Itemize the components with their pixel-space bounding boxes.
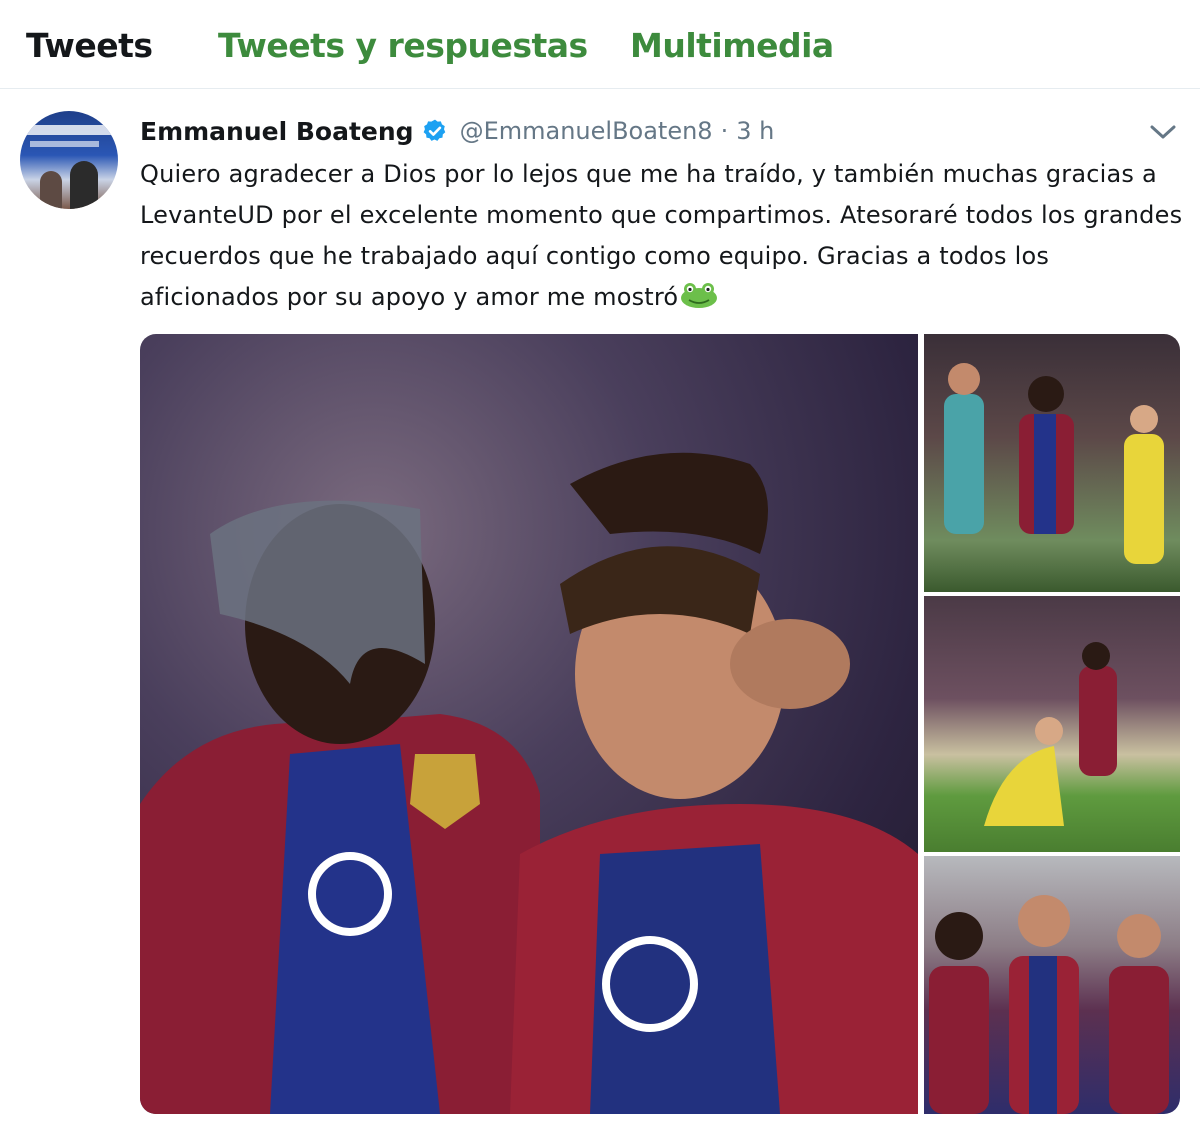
chevron-down-icon[interactable] xyxy=(1148,120,1178,144)
tweet-media-grid xyxy=(140,334,1180,1114)
frog-emoji-icon xyxy=(681,283,718,308)
tab-media[interactable]: Multimedia xyxy=(630,26,834,65)
tab-tweets[interactable]: Tweets xyxy=(26,26,153,65)
media-photo-3[interactable] xyxy=(924,596,1180,852)
media-photo-1[interactable] xyxy=(140,334,918,1114)
verified-badge-icon xyxy=(423,119,445,141)
tweet-text-body: Quiero agradecer a Dios por lo lejos que… xyxy=(140,160,1183,311)
header-separator: · xyxy=(720,117,729,145)
tweet-timestamp[interactable]: 3 h xyxy=(736,117,774,145)
tweet-header: Emmanuel Boateng @EmmanuelBoaten8 · 3 h xyxy=(140,113,774,149)
photo-players-illustration xyxy=(140,452,918,1114)
avatar-figure-left xyxy=(40,171,62,209)
avatar-figure-right xyxy=(70,161,98,209)
media-photo-4[interactable] xyxy=(924,856,1180,1114)
author-handle[interactable]: @EmmanuelBoaten8 xyxy=(460,117,713,145)
avatar[interactable] xyxy=(20,111,118,209)
photo-players-illustration xyxy=(944,363,1164,564)
profile-tabs: Tweets Tweets y respuestas Multimedia xyxy=(0,0,1200,89)
tweet-text: Quiero agradecer a Dios por lo lejos que… xyxy=(140,154,1185,318)
media-photo-2[interactable] xyxy=(924,334,1180,592)
tab-tweets-and-replies[interactable]: Tweets y respuestas xyxy=(218,26,588,65)
photo-players-illustration xyxy=(984,642,1117,826)
avatar-banner-strip-secondary xyxy=(30,141,99,147)
avatar-banner-strip xyxy=(20,125,118,135)
photo-players-illustration xyxy=(929,895,1169,1114)
author-name[interactable]: Emmanuel Boateng xyxy=(140,117,414,146)
